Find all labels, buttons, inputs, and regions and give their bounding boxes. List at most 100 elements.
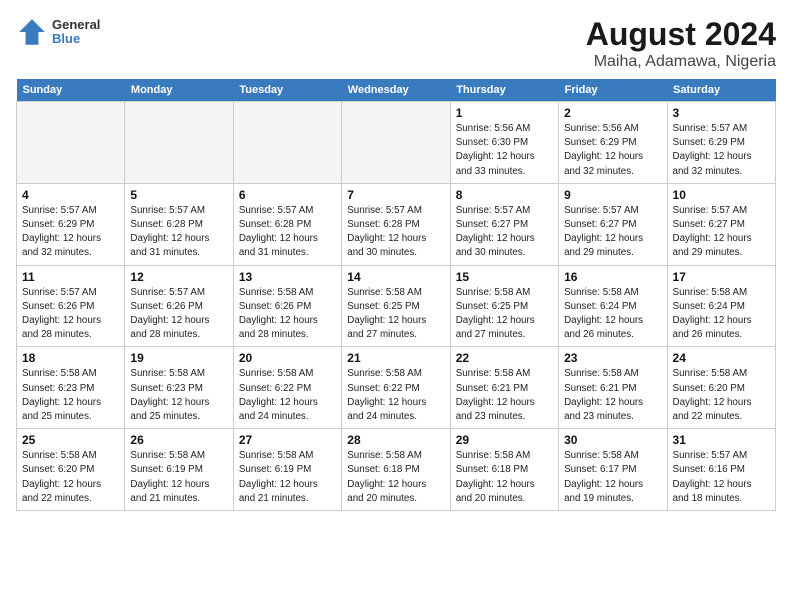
weekday-header-monday: Monday [125, 79, 233, 102]
day-number: 22 [456, 351, 553, 365]
calendar-subtitle: Maiha, Adamawa, Nigeria [586, 53, 776, 71]
weekday-header-thursday: Thursday [450, 79, 558, 102]
calendar-week-5: 25 Sunrise: 5:58 AM Sunset: 6:20 PM Dayli… [17, 429, 776, 511]
day-info: Sunrise: 5:58 AM Sunset: 6:18 PM Dayligh… [347, 449, 444, 506]
calendar-week-3: 11Sunrise: 5:57 AM Sunset: 6:26 PM Dayli… [17, 265, 776, 347]
calendar-day-cell: 19 Sunrise: 5:58 AM Sunset: 6:23 PM Dayli… [125, 347, 233, 429]
day-info: Sunrise: 5:56 AM Sunset: 6:30 PM Dayligh… [456, 122, 553, 179]
day-info: Sunrise: 5:58 AM Sunset: 6:19 PM Dayligh… [239, 449, 336, 506]
day-number: 24 [673, 351, 770, 365]
day-info: Sunrise: 5:57 AM Sunset: 6:26 PM Dayligh… [22, 286, 119, 343]
calendar-table: SundayMondayTuesdayWednesdayThursdayFrid… [16, 79, 776, 511]
day-info: Sunrise: 5:58 AM Sunset: 6:19 PM Dayligh… [130, 449, 227, 506]
day-number: 5 [130, 188, 227, 202]
calendar-day-cell: 23 Sunrise: 5:58 AM Sunset: 6:21 PM Dayli… [559, 347, 667, 429]
day-number: 27 [239, 433, 336, 447]
calendar-day-cell: 30 Sunrise: 5:58 AM Sunset: 6:17 PM Dayli… [559, 429, 667, 511]
day-info: Sunrise: 5:57 AM Sunset: 6:29 PM Dayligh… [673, 122, 770, 179]
calendar-day-cell: 11Sunrise: 5:57 AM Sunset: 6:26 PM Dayli… [17, 265, 125, 347]
calendar-day-cell [342, 102, 450, 184]
weekday-header-tuesday: Tuesday [233, 79, 341, 102]
day-info: Sunrise: 5:58 AM Sunset: 6:26 PM Dayligh… [239, 286, 336, 343]
calendar-day-cell: 7 Sunrise: 5:57 AM Sunset: 6:28 PM Daylig… [342, 183, 450, 265]
weekday-header-row: SundayMondayTuesdayWednesdayThursdayFrid… [17, 79, 776, 102]
day-number: 10 [673, 188, 770, 202]
calendar-day-cell: 28 Sunrise: 5:58 AM Sunset: 6:18 PM Dayli… [342, 429, 450, 511]
calendar-day-cell: 1Sunrise: 5:56 AM Sunset: 6:30 PM Daylig… [450, 102, 558, 184]
logo-line1: General [52, 18, 100, 32]
logo-text: General Blue [52, 18, 100, 47]
calendar-day-cell [17, 102, 125, 184]
day-number: 21 [347, 351, 444, 365]
day-info: Sunrise: 5:57 AM Sunset: 6:26 PM Dayligh… [130, 286, 227, 343]
day-number: 6 [239, 188, 336, 202]
day-info: Sunrise: 5:57 AM Sunset: 6:27 PM Dayligh… [564, 204, 661, 261]
logo-icon [16, 16, 48, 48]
calendar-day-cell: 24 Sunrise: 5:58 AM Sunset: 6:20 PM Dayli… [667, 347, 775, 429]
calendar-day-cell: 29 Sunrise: 5:58 AM Sunset: 6:18 PM Dayli… [450, 429, 558, 511]
calendar-day-cell: 3 Sunrise: 5:57 AM Sunset: 6:29 PM Daylig… [667, 102, 775, 184]
calendar-day-cell: 9 Sunrise: 5:57 AM Sunset: 6:27 PM Daylig… [559, 183, 667, 265]
day-number: 2 [564, 106, 661, 120]
calendar-day-cell: 31Sunrise: 5:57 AM Sunset: 6:16 PM Dayli… [667, 429, 775, 511]
calendar-day-cell: 4 Sunrise: 5:57 AM Sunset: 6:29 PM Daylig… [17, 183, 125, 265]
day-info: Sunrise: 5:57 AM Sunset: 6:28 PM Dayligh… [347, 204, 444, 261]
day-info: Sunrise: 5:57 AM Sunset: 6:27 PM Dayligh… [673, 204, 770, 261]
calendar-day-cell: 20 Sunrise: 5:58 AM Sunset: 6:22 PM Dayli… [233, 347, 341, 429]
day-number: 9 [564, 188, 661, 202]
day-number: 16 [564, 270, 661, 284]
day-info: Sunrise: 5:58 AM Sunset: 6:25 PM Dayligh… [456, 286, 553, 343]
day-info: Sunrise: 5:58 AM Sunset: 6:17 PM Dayligh… [564, 449, 661, 506]
calendar-day-cell: 14 Sunrise: 5:58 AM Sunset: 6:25 PM Dayli… [342, 265, 450, 347]
day-info: Sunrise: 5:58 AM Sunset: 6:25 PM Dayligh… [347, 286, 444, 343]
day-number: 26 [130, 433, 227, 447]
calendar-day-cell: 15 Sunrise: 5:58 AM Sunset: 6:25 PM Dayli… [450, 265, 558, 347]
calendar-day-cell [233, 102, 341, 184]
day-info: Sunrise: 5:57 AM Sunset: 6:28 PM Dayligh… [239, 204, 336, 261]
calendar-week-2: 4 Sunrise: 5:57 AM Sunset: 6:29 PM Daylig… [17, 183, 776, 265]
day-info: Sunrise: 5:58 AM Sunset: 6:18 PM Dayligh… [456, 449, 553, 506]
day-info: Sunrise: 5:58 AM Sunset: 6:23 PM Dayligh… [130, 367, 227, 424]
calendar-day-cell: 12 Sunrise: 5:57 AM Sunset: 6:26 PM Dayli… [125, 265, 233, 347]
calendar-title: August 2024 [586, 16, 776, 53]
day-number: 14 [347, 270, 444, 284]
day-info: Sunrise: 5:58 AM Sunset: 6:20 PM Dayligh… [673, 367, 770, 424]
weekday-header-sunday: Sunday [17, 79, 125, 102]
day-info: Sunrise: 5:58 AM Sunset: 6:21 PM Dayligh… [564, 367, 661, 424]
day-number: 20 [239, 351, 336, 365]
weekday-header-wednesday: Wednesday [342, 79, 450, 102]
day-number: 12 [130, 270, 227, 284]
calendar-day-cell: 5 Sunrise: 5:57 AM Sunset: 6:28 PM Daylig… [125, 183, 233, 265]
day-info: Sunrise: 5:58 AM Sunset: 6:22 PM Dayligh… [347, 367, 444, 424]
page-header: General Blue August 2024 Maiha, Adamawa,… [16, 16, 776, 71]
day-number: 28 [347, 433, 444, 447]
calendar-day-cell: 21 Sunrise: 5:58 AM Sunset: 6:22 PM Dayli… [342, 347, 450, 429]
day-info: Sunrise: 5:57 AM Sunset: 6:29 PM Dayligh… [22, 204, 119, 261]
day-info: Sunrise: 5:56 AM Sunset: 6:29 PM Dayligh… [564, 122, 661, 179]
day-number: 30 [564, 433, 661, 447]
day-number: 19 [130, 351, 227, 365]
calendar-day-cell: 26 Sunrise: 5:58 AM Sunset: 6:19 PM Dayli… [125, 429, 233, 511]
day-info: Sunrise: 5:58 AM Sunset: 6:21 PM Dayligh… [456, 367, 553, 424]
day-info: Sunrise: 5:58 AM Sunset: 6:20 PM Dayligh… [22, 449, 119, 506]
day-number: 25 [22, 433, 119, 447]
day-number: 8 [456, 188, 553, 202]
logo: General Blue [16, 16, 100, 48]
calendar-day-cell: 16Sunrise: 5:58 AM Sunset: 6:24 PM Dayli… [559, 265, 667, 347]
day-number: 4 [22, 188, 119, 202]
day-info: Sunrise: 5:58 AM Sunset: 6:23 PM Dayligh… [22, 367, 119, 424]
calendar-day-cell: 13Sunrise: 5:58 AM Sunset: 6:26 PM Dayli… [233, 265, 341, 347]
calendar-week-4: 18Sunrise: 5:58 AM Sunset: 6:23 PM Dayli… [17, 347, 776, 429]
day-info: Sunrise: 5:57 AM Sunset: 6:28 PM Dayligh… [130, 204, 227, 261]
day-number: 29 [456, 433, 553, 447]
calendar-day-cell: 6 Sunrise: 5:57 AM Sunset: 6:28 PM Daylig… [233, 183, 341, 265]
calendar-week-1: 1Sunrise: 5:56 AM Sunset: 6:30 PM Daylig… [17, 102, 776, 184]
calendar-day-cell [125, 102, 233, 184]
day-number: 23 [564, 351, 661, 365]
day-info: Sunrise: 5:58 AM Sunset: 6:22 PM Dayligh… [239, 367, 336, 424]
weekday-header-saturday: Saturday [667, 79, 775, 102]
calendar-day-cell: 27 Sunrise: 5:58 AM Sunset: 6:19 PM Dayli… [233, 429, 341, 511]
day-number: 3 [673, 106, 770, 120]
day-number: 7 [347, 188, 444, 202]
day-number: 15 [456, 270, 553, 284]
